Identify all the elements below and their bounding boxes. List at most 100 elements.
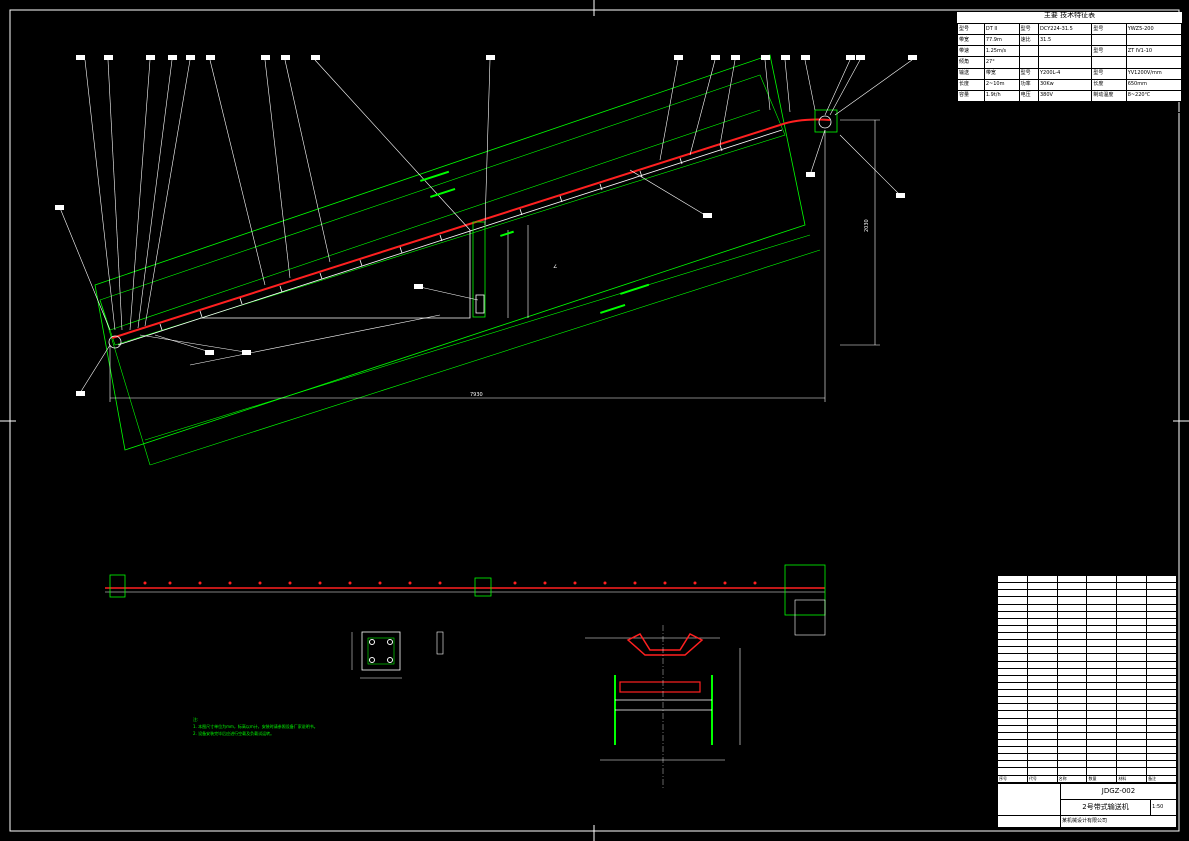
bom-cell	[1116, 667, 1148, 676]
bom-cell	[997, 667, 1028, 676]
bom-cell	[1086, 667, 1118, 676]
bom-cell	[1116, 589, 1148, 598]
drawing-name: 2号带式输送机	[1059, 799, 1152, 816]
bom-cell	[997, 603, 1028, 612]
spec-row: 容量 1.9t/h 电压 380V 制动温度 8~220℃	[957, 89, 1183, 102]
bom-cell: 名称	[1056, 774, 1088, 783]
spec-cell: 31.5	[1037, 34, 1093, 47]
bom-row	[997, 717, 1177, 726]
bom-cell	[1116, 610, 1148, 619]
bom-cell	[1026, 717, 1058, 726]
bom-cell	[997, 688, 1028, 698]
bom-row	[997, 646, 1177, 655]
bom-cell	[1146, 767, 1177, 776]
spec-cell: YV1200V/mm	[1125, 67, 1183, 80]
envelope-inner	[99, 74, 786, 346]
bom-row	[997, 731, 1177, 740]
bom-cell	[1056, 589, 1088, 598]
bom-cell	[1086, 617, 1118, 626]
dim-long-slant	[189, 314, 441, 366]
elevation-view: 7930 2030	[55, 54, 917, 466]
bom-cell	[1146, 582, 1177, 591]
bom-cell	[1086, 653, 1118, 662]
section-view	[585, 625, 741, 790]
bom-cell	[1146, 617, 1177, 626]
spec-table-grid: 型号 DT II 型号 DCY224-31.5 型号 YWZ5-200 带宽 77.9m 速比 3…	[957, 22, 1183, 114]
bom-row: 序号 代号 名称 数量 材料 备注	[997, 774, 1177, 783]
bom-cell	[1146, 646, 1177, 655]
bom-cell: 代号	[1026, 774, 1058, 783]
drawing-notes: 注: 1. 本图尺寸单位为mm，标高以m计，安装时请参照设备厂家说明书。 2. …	[193, 717, 318, 736]
bom-cell: 数量	[1086, 774, 1118, 783]
bom-cell	[1146, 681, 1177, 691]
bom-cell	[1086, 760, 1118, 769]
spec-cell: 165t/h	[983, 100, 1020, 114]
bom-row	[997, 589, 1177, 598]
bom-cell	[1116, 582, 1148, 591]
bom-cell	[1116, 660, 1148, 669]
organization: 某机械设计有限公司	[1060, 815, 1177, 828]
bom-cell	[1026, 582, 1058, 591]
bom-cell	[1116, 724, 1148, 733]
bom-cell	[1086, 660, 1118, 669]
spec-cell	[1018, 45, 1040, 58]
lower-frame	[200, 230, 471, 319]
spec-row: 型号 DT II 型号 DCY224-31.5 型号 YWZ5-200	[957, 22, 1183, 36]
spec-cell: 型号	[1091, 45, 1127, 58]
spec-row: 带宽 77.9m 速比 31.5	[957, 34, 1183, 47]
bom-cell	[997, 681, 1028, 691]
bom-cell	[1146, 710, 1177, 719]
bom-row	[997, 653, 1177, 662]
drawing-number: JDGZ-002	[1060, 783, 1177, 800]
bom-cell	[1146, 738, 1177, 748]
bom-row	[997, 753, 1177, 762]
bom-cell	[1086, 596, 1118, 605]
bom-cell	[1116, 760, 1148, 769]
bom-cell	[997, 574, 1028, 584]
bom-row	[997, 760, 1177, 769]
bom-cell	[1056, 653, 1088, 662]
bom-cell	[1056, 574, 1088, 584]
angle-mark: ∠	[553, 264, 557, 270]
spec-cell: 长度	[1091, 78, 1127, 91]
bom-cell	[1146, 674, 1177, 683]
bom-cell	[1056, 603, 1088, 612]
spec-cell	[1125, 100, 1183, 114]
bom-cell	[1056, 646, 1088, 655]
bom-cell	[1146, 753, 1177, 762]
bom-cell	[1026, 760, 1058, 769]
bom-row	[997, 603, 1177, 612]
bom-cell	[1026, 610, 1058, 619]
bom-cell	[1026, 731, 1058, 740]
bom-cell	[1086, 753, 1118, 762]
bom-cell	[1026, 767, 1058, 776]
bom-cell	[1056, 667, 1088, 676]
bom-row	[997, 674, 1177, 683]
dim-height-text: 2030	[864, 219, 870, 232]
bom-cell	[1086, 646, 1118, 655]
plan-middle-support	[474, 577, 492, 597]
spec-cell	[1091, 34, 1127, 47]
bom-cell	[1116, 688, 1148, 698]
bom-cell	[1146, 596, 1177, 605]
bom-cell: 备注	[1146, 774, 1177, 783]
bom-cell	[1056, 610, 1088, 619]
bom-cell	[997, 617, 1028, 626]
spec-cell: 型号	[1018, 22, 1040, 36]
spec-cell: 倾角	[957, 56, 985, 69]
bom-cell	[997, 646, 1028, 655]
spec-cell	[1037, 45, 1093, 58]
spec-cell: 650mm	[1125, 78, 1183, 91]
bom-cell	[1146, 667, 1177, 676]
bom-cell	[1026, 703, 1058, 712]
bom-cell	[1116, 745, 1148, 755]
spec-cell: 型号	[1091, 67, 1127, 80]
bom-cell	[1116, 639, 1148, 648]
bom-cell	[1086, 703, 1118, 712]
bom-cell	[1026, 660, 1058, 669]
bom-cell	[1086, 639, 1118, 648]
green-dim-marks	[420, 170, 650, 314]
bom-cell	[1116, 574, 1148, 584]
spec-row: 输送 带宽 型号 Y200L-4 型号 YV1200V/mm	[957, 67, 1183, 80]
bom-cell	[1056, 596, 1088, 605]
